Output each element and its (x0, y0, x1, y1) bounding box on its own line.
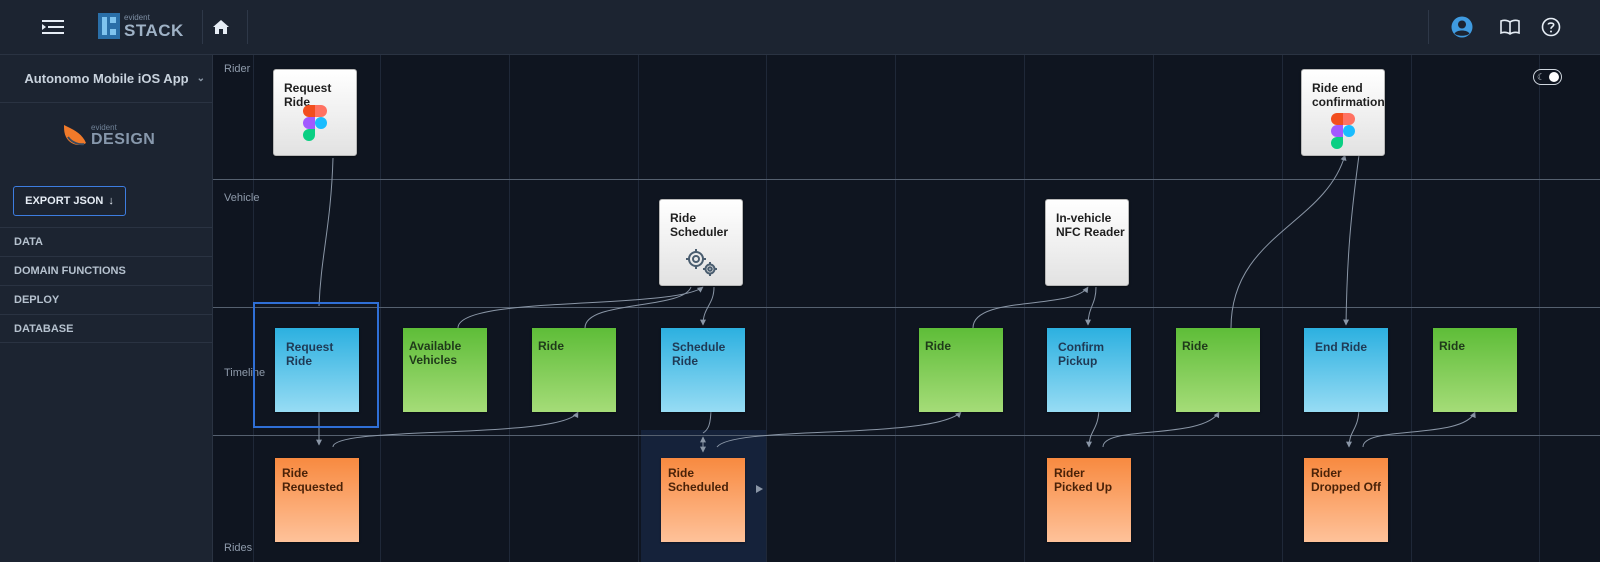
stack-logo: evident STACK (98, 13, 184, 39)
stack-logo-text: STACK (124, 20, 184, 40)
ui-card-ride-end-confirmation[interactable]: Ride end confirmation (1301, 69, 1385, 156)
design-logo-text: DESIGN (91, 131, 156, 148)
book-icon[interactable] (1499, 17, 1521, 37)
event-card-ride-scheduled[interactable]: Ride Scheduled (661, 458, 745, 542)
card-label: Ride (925, 339, 952, 353)
command-card-schedule-ride[interactable]: Schedule Ride (661, 328, 745, 412)
gears-icon (660, 246, 742, 278)
system-card-title: Ride Scheduler (670, 211, 729, 239)
export-json-label: EXPORT JSON (25, 195, 104, 207)
app-root: evident STACK Autonomo Mobile iOS App ⌄ … (0, 0, 1600, 562)
readmodel-card-ride-3[interactable]: Ride (1176, 328, 1260, 412)
sidebar-item-deploy[interactable]: DEPLOY (0, 285, 213, 314)
event-card-rider-picked-up[interactable]: Rider Picked Up (1047, 458, 1131, 542)
readmodel-card-ride-4[interactable]: Ride (1433, 328, 1517, 412)
command-card-end-ride[interactable]: End Ride (1304, 328, 1388, 412)
toggle-knob (1549, 72, 1559, 82)
ui-card-title: Ride end confirmation (1312, 81, 1385, 109)
card-label: Available Vehicles (409, 339, 462, 367)
event-card-rider-dropped-off[interactable]: Rider Dropped Off (1304, 458, 1388, 542)
stack-logo-icon (98, 13, 120, 39)
readmodel-card-ride-2[interactable]: Ride (919, 328, 1003, 412)
theme-toggle[interactable]: ☾ (1533, 69, 1562, 85)
top-bar: evident STACK (0, 0, 1600, 55)
sidebar-item-domain-functions[interactable]: DOMAIN FUNCTIONS (0, 256, 213, 285)
home-icon[interactable] (210, 17, 232, 37)
card-label: Schedule Ride (672, 340, 726, 368)
figma-icon (274, 105, 356, 141)
card-label: Ride (1182, 339, 1209, 353)
moon-icon: ☾ (1537, 72, 1546, 82)
command-card-request-ride[interactable]: Request Ride (275, 328, 359, 412)
help-icon[interactable] (1540, 16, 1562, 38)
project-selector[interactable]: Autonomo Mobile iOS App ⌄ (0, 55, 213, 103)
project-name: Autonomo Mobile iOS App (24, 71, 189, 86)
card-label: Confirm Pickup (1058, 340, 1104, 368)
event-card-ride-requested[interactable]: Ride Requested (275, 458, 359, 542)
card-label: Ride (1439, 339, 1466, 353)
card-label: Rider Dropped Off (1311, 466, 1381, 494)
card-label: Ride Scheduled (668, 466, 729, 494)
expand-arrow-icon[interactable] (756, 485, 763, 493)
sidebar-item-data[interactable]: DATA (0, 227, 213, 256)
card-label: Ride Requested (282, 466, 344, 494)
sidebar-nav: DATA DOMAIN FUNCTIONS DEPLOY DATABASE (0, 227, 213, 343)
connector-lines (316, 154, 1476, 453)
system-card-nfc-reader[interactable]: In-vehicle NFC Reader (1045, 199, 1129, 286)
arrow-down-icon: ↓ (108, 195, 114, 207)
sidebar-item-database[interactable]: DATABASE (0, 314, 213, 343)
card-label: Request Ride (286, 340, 334, 368)
card-label: End Ride (1315, 340, 1368, 354)
export-json-button[interactable]: EXPORT JSON ↓ (13, 186, 126, 216)
user-icon[interactable] (1450, 15, 1474, 39)
design-logo-icon (64, 125, 86, 146)
system-card-title: In-vehicle NFC Reader (1056, 211, 1125, 239)
design-logo: evident DESIGN (62, 123, 155, 149)
readmodel-card-available-vehicles[interactable]: Available Vehicles (403, 328, 487, 412)
readmodel-card-ride-1[interactable]: Ride (532, 328, 616, 412)
ui-card-request-ride[interactable]: Request Ride (273, 69, 357, 156)
card-label: Rider Picked Up (1054, 466, 1113, 494)
figma-icon (1302, 113, 1384, 149)
command-card-confirm-pickup[interactable]: Confirm Pickup (1047, 328, 1131, 412)
card-label: Ride (538, 339, 565, 353)
chevron-down-icon: ⌄ (196, 73, 205, 84)
menu-icon[interactable] (40, 16, 66, 38)
system-card-ride-scheduler[interactable]: Ride Scheduler (659, 199, 743, 286)
sidebar: Autonomo Mobile iOS App ⌄ evident DESIGN… (0, 55, 213, 562)
model-canvas[interactable]: Rider Vehicle Timeline Rides Request Rid… (213, 55, 1600, 562)
